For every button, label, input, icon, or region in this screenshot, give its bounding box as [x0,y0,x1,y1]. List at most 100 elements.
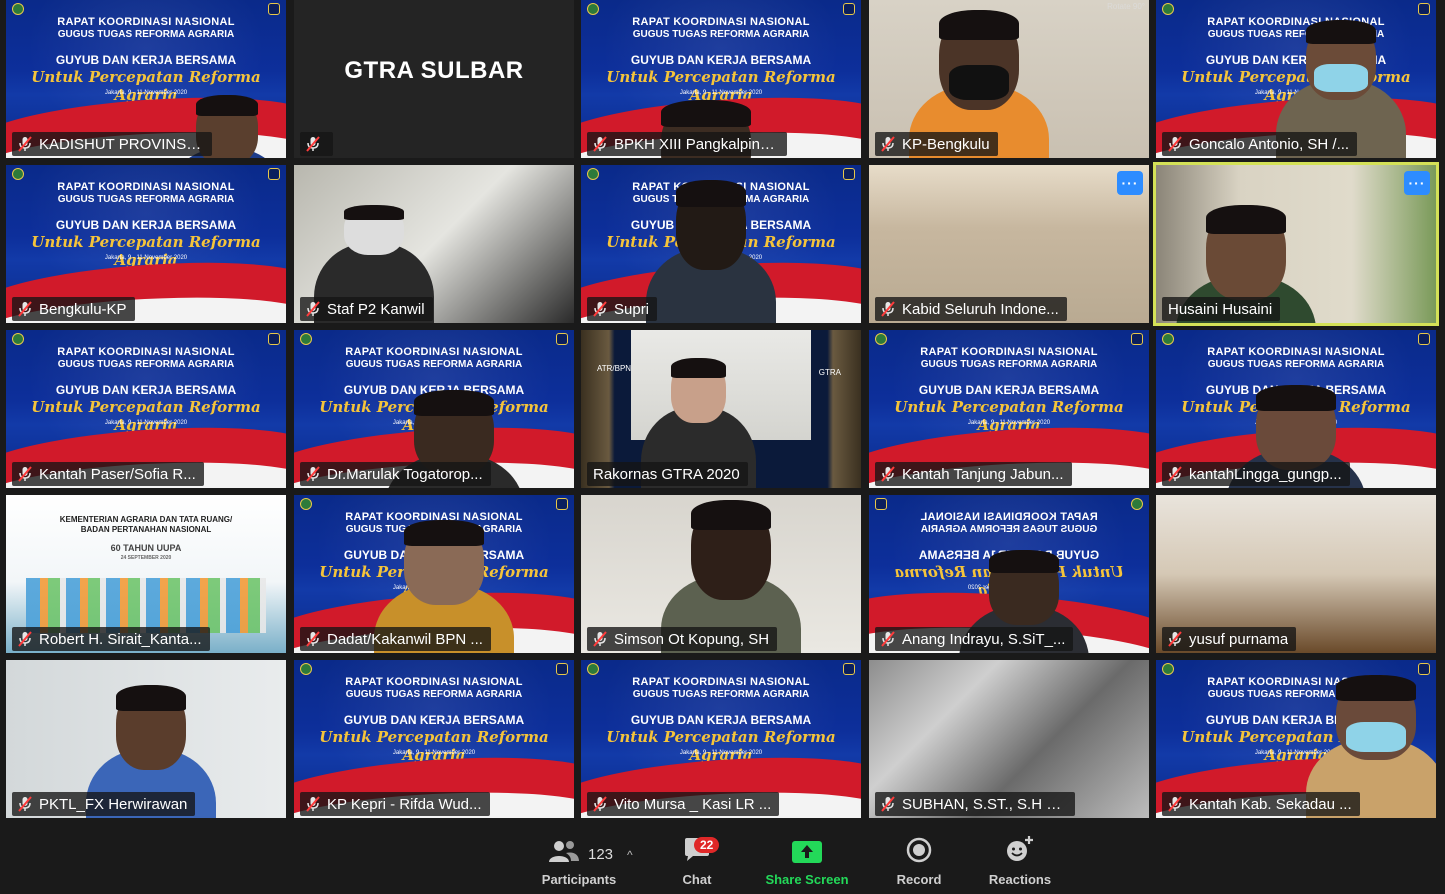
mic-muted-icon [306,466,320,482]
more-options-button[interactable]: ··· [1404,171,1430,195]
participant-name-tag: SUBHAN, S.ST., S.H K... [875,792,1075,816]
mic-muted-icon [1168,796,1182,812]
participant-name: Bengkulu-KP [39,300,127,318]
video-tile[interactable]: yusuf purnama [1156,495,1436,653]
participant-name: KP-Bengkulu [902,135,990,153]
event-logo [268,168,280,180]
video-tile[interactable]: RAPAT KOORDINASI NASIONALGUGUS TUGAS REF… [6,165,286,323]
video-tile[interactable]: Staf P2 Kanwil [294,165,574,323]
participants-icon [548,839,580,868]
reactions-icon [1005,835,1035,868]
participant-name-tag: Kantah Kab. Sekadau ... [1162,792,1360,816]
participant-name: KADISHUT PROVINSI ... [39,135,204,153]
participant-name-tag: BPKH XIII Pangkalpina... [587,132,787,156]
mic-muted-icon [881,796,895,812]
banner-line-5: Jakarta, 9 - 11 November 2020 [967,420,1051,426]
participant-head [344,205,404,255]
face-mask [1314,64,1368,92]
mic-muted-icon [881,466,895,482]
participant-name: Kantah Paser/Sofia R... [39,465,196,483]
participant-name-tag: Bengkulu-KP [12,297,135,321]
mic-muted-icon [306,796,320,812]
participant-name: KP Kepri - Rifda Wud... [327,795,482,813]
more-options-button[interactable]: ··· [1117,171,1143,195]
record-label: Record [896,872,942,887]
participant-hair [676,180,746,207]
video-tile[interactable]: RAPAT KOORDINASI NASIONALGUGUS TUGAS REF… [294,660,574,818]
ministry-logo [875,333,887,345]
participant-head [1206,205,1286,300]
chat-label: Chat [682,872,712,887]
participant-head [989,550,1059,625]
participant-name-tag: Robert H. Sirait_Kanta... [12,627,210,651]
participant-name-tag: Dadat/Kakanwil BPN ... [300,627,491,651]
video-tile[interactable]: RAPAT KOORDINASI NASIONALGUGUS TUGAS REF… [1156,330,1436,488]
participant-name: Anang Indrayu, S.SiT_... [902,630,1066,648]
video-tile[interactable]: RAPAT KOORDINASI NASIONALGUGUS TUGAS REF… [1156,0,1436,158]
participant-name: kantahLingga_gungp... [1189,465,1342,483]
participant-head [671,358,726,423]
mic-muted-icon [593,301,607,317]
chevron-up-icon[interactable]: ^ [627,848,633,862]
video-tile[interactable]: RAPAT KOORDINASI NASIONALGUGUS TUGAS REF… [869,330,1149,488]
participant-name: yusuf purnama [1189,630,1289,648]
video-tile[interactable]: KEMENTERIAN AGRARIA DAN TATA RUANG/BADAN… [6,495,286,653]
video-tile[interactable]: RAPAT KOORDINASI NASIONALGUGUS TUGAS REF… [294,330,574,488]
video-tile[interactable]: ··· Kabid Seluruh Indone... [869,165,1149,323]
mic-muted-icon [1168,631,1182,647]
banner-line-2: GUGUS TUGAS REFORMA AGRARIA [57,359,235,370]
mic-muted-icon [18,136,32,152]
kementerian-line4: 24 SEPTEMBER 2020 [120,555,172,561]
mic-muted-icon [306,631,320,647]
participant-name: Kantah Tanjung Jabun... [902,465,1064,483]
participant-head [691,500,771,600]
video-tile[interactable]: RAPAT KOORDINASI NASIONALGUGUS TUGAS REF… [581,0,861,158]
banner-line-5: Jakarta, 9 - 11 November 2020 [104,420,188,426]
chat-button[interactable]: 22 Chat [672,832,722,887]
mic-muted-icon [18,631,32,647]
participant-name: Robert H. Sirait_Kanta... [39,630,202,648]
participant-name-tag: PKTL_FX Herwirawan [12,792,196,816]
video-tile[interactable]: RAPAT KOORDINASI NASIONALGUGUS TUGAS REF… [581,660,861,818]
participant-name-tag: yusuf purnama [1162,627,1297,651]
mic-muted-icon [593,136,607,152]
participant-name: Rakornas GTRA 2020 [593,465,740,483]
video-tile[interactable]: RAPAT KOORDINASI NASIONALGUGUS TUGAS REF… [294,495,574,653]
video-tile[interactable]: SUBHAN, S.ST., S.H K... [869,660,1149,818]
video-tile[interactable]: ATR/BPN GTRA Rakornas GTRA 2020 [581,330,861,488]
participant-hair [414,390,494,416]
video-tile[interactable]: ··· Husaini Husaini [1153,162,1439,326]
video-tile[interactable]: PKTL_FX Herwirawan [6,660,286,818]
video-tile[interactable]: RAPAT KOORDINASI NASIONALGUGUS TUGAS REF… [1156,660,1436,818]
record-button[interactable]: Record [890,832,948,887]
banner-line-3: GUYUB DAN KERJA BERSAMA [918,383,1100,397]
share-screen-icon [792,841,822,868]
video-tile[interactable]: RAPAT KOORDINASI NASIONALGUGUS TUGAS REF… [869,495,1149,653]
video-tile[interactable]: Simson Ot Kopung, SH [581,495,861,653]
participant-name: Staf P2 Kanwil [327,300,425,318]
banner-line-3: GUYUB DAN KERJA BERSAMA [55,218,237,232]
event-logo [1131,333,1143,345]
participant-head [116,685,186,770]
participant-name-tag: KP-Bengkulu [875,132,998,156]
video-tile[interactable]: RAPAT KOORDINASI NASIONALGUGUS TUGAS REF… [581,165,861,323]
video-tile[interactable]: Rotate 90° KP-Bengkulu [869,0,1149,158]
mic-muted-icon [881,301,895,317]
mic-muted-icon [881,136,895,152]
banner-line-1: RAPAT KOORDINASI NASIONAL [632,676,810,688]
mic-muted-icon [18,796,32,812]
participant-name: Supri [614,300,650,318]
participant-head [1336,675,1416,760]
banner-line-3: GUYUB DAN KERJA BERSAMA [343,713,525,727]
video-tile[interactable]: RAPAT KOORDINASI NASIONALGUGUS TUGAS REF… [6,0,286,158]
rotate-label[interactable]: Rotate 90° [1107,2,1145,11]
video-tile[interactable]: GTRA SULBAR [294,0,574,158]
share-screen-button[interactable]: Share Screen [757,832,857,887]
participants-button[interactable]: 123 ^ Participants [524,832,634,887]
participant-hair [1306,20,1376,44]
reactions-button[interactable]: Reactions [984,832,1056,887]
participant-name-tag: KP Kepri - Rifda Wud... [300,792,490,816]
ministry-logo [300,663,312,675]
banner-line-5: Jakarta, 9 - 11 November 2020 [392,750,476,756]
video-tile[interactable]: RAPAT KOORDINASI NASIONALGUGUS TUGAS REF… [6,330,286,488]
